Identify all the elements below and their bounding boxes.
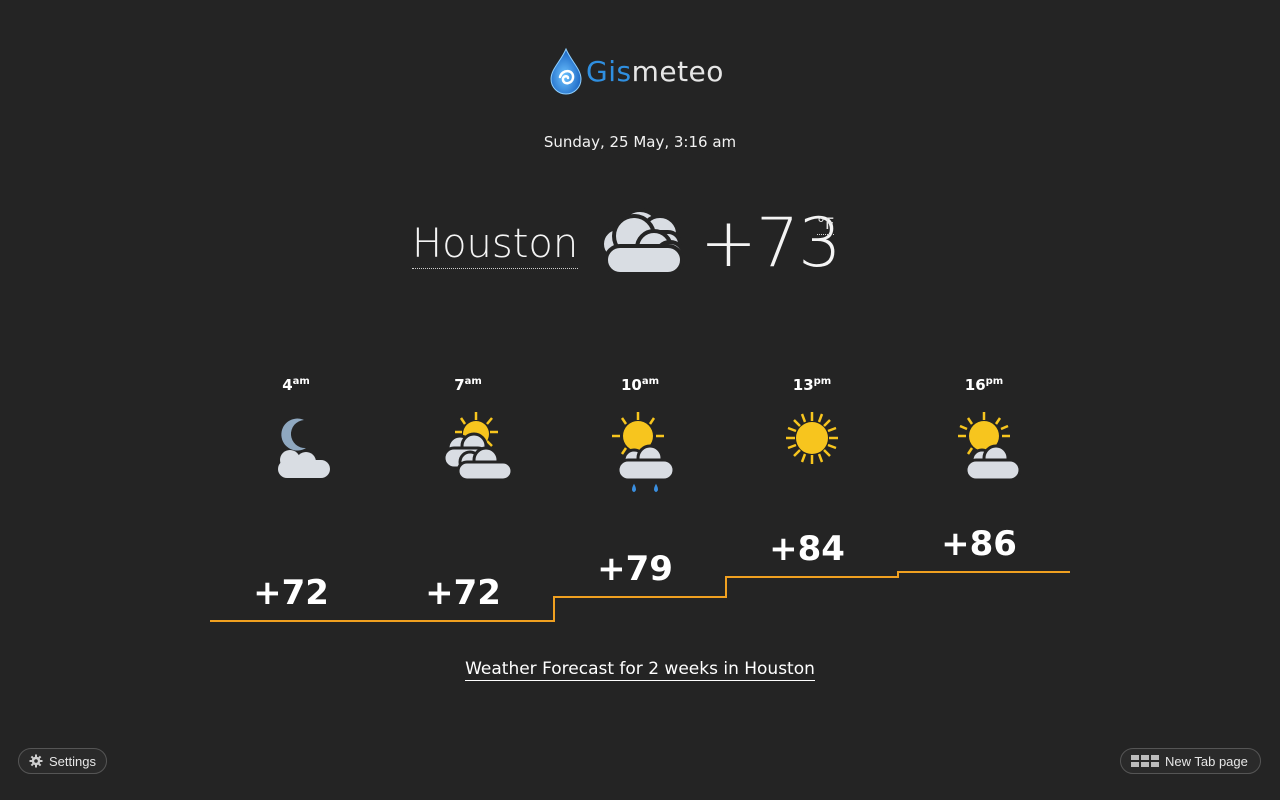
hour-temperature: +79 [597,549,673,589]
hour-temperature: +84 [769,529,845,569]
cloudy-icon [600,208,686,276]
logo-meteo-text: meteo [631,54,724,88]
sun-icon [786,412,838,464]
hour-label: 13pm [792,376,832,394]
city-name[interactable]: Houston [412,220,579,269]
sun-cloud-rain-icon [612,412,676,493]
hour-label: 16pm [964,376,1004,394]
settings-button[interactable]: Settings [18,748,107,774]
sun-clouds-icon [442,412,514,482]
hour-label: 10am [620,376,660,394]
drop-logo-icon [550,47,582,95]
current-date: Sunday, 25 May, 3:16 am [543,133,737,151]
hour-label: 7am [454,376,482,394]
moon-cloud-icon [278,418,330,478]
gear-icon [29,754,43,768]
logo-gis-text: Gis [586,54,632,88]
hour-temperature: +72 [425,573,501,613]
two-week-forecast-link[interactable]: Weather Forecast for 2 weeks in Houston [465,659,815,681]
hour-temperature: +86 [941,524,1017,564]
grid-icon [1131,755,1159,767]
weather-page: Gismeteo Sunday, 25 May, 3:16 am Houston… [0,0,1280,800]
temperature-unit-toggle[interactable]: °F [817,214,835,235]
new-tab-page-button[interactable]: New Tab page [1120,748,1261,774]
hour-temperature: +72 [253,573,329,613]
sun-cloud-icon [958,412,1022,482]
gismeteo-logo[interactable]: Gismeteo [548,46,724,96]
settings-label: Settings [49,753,96,769]
hour-label: 4am [282,376,310,394]
new-tab-page-label: New Tab page [1165,753,1248,769]
